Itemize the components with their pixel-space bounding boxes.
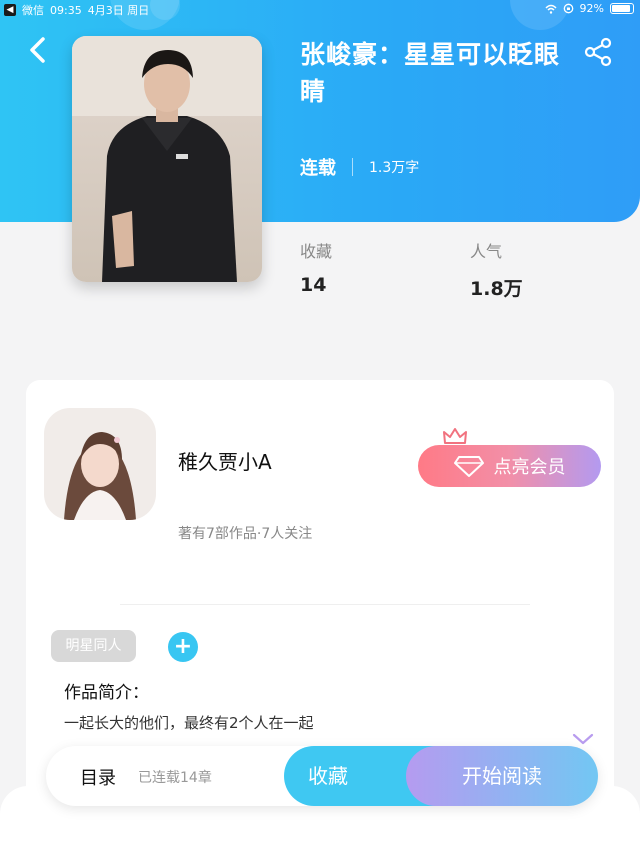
battery-fill [612, 5, 631, 12]
stat-favorites: 收藏 14 [300, 238, 332, 296]
diamond-icon [453, 456, 484, 477]
author-card: 稚久贾小A 著有7部作品·7人关注 点亮会员 明星同人 + 作品简介： 一起长大… [26, 380, 614, 800]
share-icon[interactable] [582, 36, 614, 68]
status-time: 09:35 [50, 3, 82, 17]
avatar-image [44, 408, 156, 520]
meta-divider [352, 158, 353, 176]
intro-heading: 作品简介： [64, 683, 149, 703]
stat-popularity: 人气 1.8万 [470, 238, 523, 301]
stat-value: 14 [300, 274, 327, 296]
toc-button[interactable]: 目录 [80, 764, 116, 790]
book-meta: 连载 1.3万字 [300, 154, 419, 180]
expand-icon[interactable] [572, 732, 594, 746]
author-name[interactable]: 稚久贾小A [178, 446, 272, 475]
battery-icon [610, 3, 634, 14]
author-meta: 著有7部作品·7人关注 [178, 526, 313, 542]
author-avatar[interactable] [44, 408, 156, 520]
book-title: 张峻豪：星星可以眨眼睛 [300, 40, 561, 106]
genre-tag[interactable]: 明星同人 [51, 630, 136, 662]
status-date: 4月3日 周日 [87, 4, 150, 17]
vip-button-label: 点亮会员 [493, 457, 566, 478]
status-carrier: 微信 [22, 4, 44, 17]
back-icon[interactable] [26, 36, 50, 64]
stat-label: 人气 [470, 242, 503, 261]
section-divider [120, 604, 530, 605]
book-word-count: 1.3万字 [369, 160, 420, 176]
add-tag-button[interactable]: + [168, 632, 198, 662]
back-app-icon: ◀ [4, 4, 16, 16]
battery-percent: 92% [579, 2, 604, 15]
toc-status: 已连载14章 [138, 770, 212, 786]
cover-image [72, 36, 262, 282]
crown-icon [443, 428, 467, 444]
stat-label: 收藏 [300, 242, 333, 261]
lock-rotation-icon [563, 3, 573, 14]
vip-button[interactable]: 点亮会员 [418, 445, 601, 487]
wifi-icon [545, 4, 557, 14]
book-status: 连载 [300, 158, 336, 179]
start-reading-button[interactable]: 开始阅读 [406, 746, 598, 806]
bottom-action-bar: 目录 已连载14章 收藏 开始阅读 [46, 746, 598, 806]
status-bar: ◀ 微信 09:35 4月3日 周日 92% [0, 0, 640, 18]
book-cover[interactable] [72, 36, 262, 282]
stat-value: 1.8万 [470, 278, 523, 300]
intro-text: 一起长大的他们，最终有2个人在一起 [64, 714, 314, 732]
